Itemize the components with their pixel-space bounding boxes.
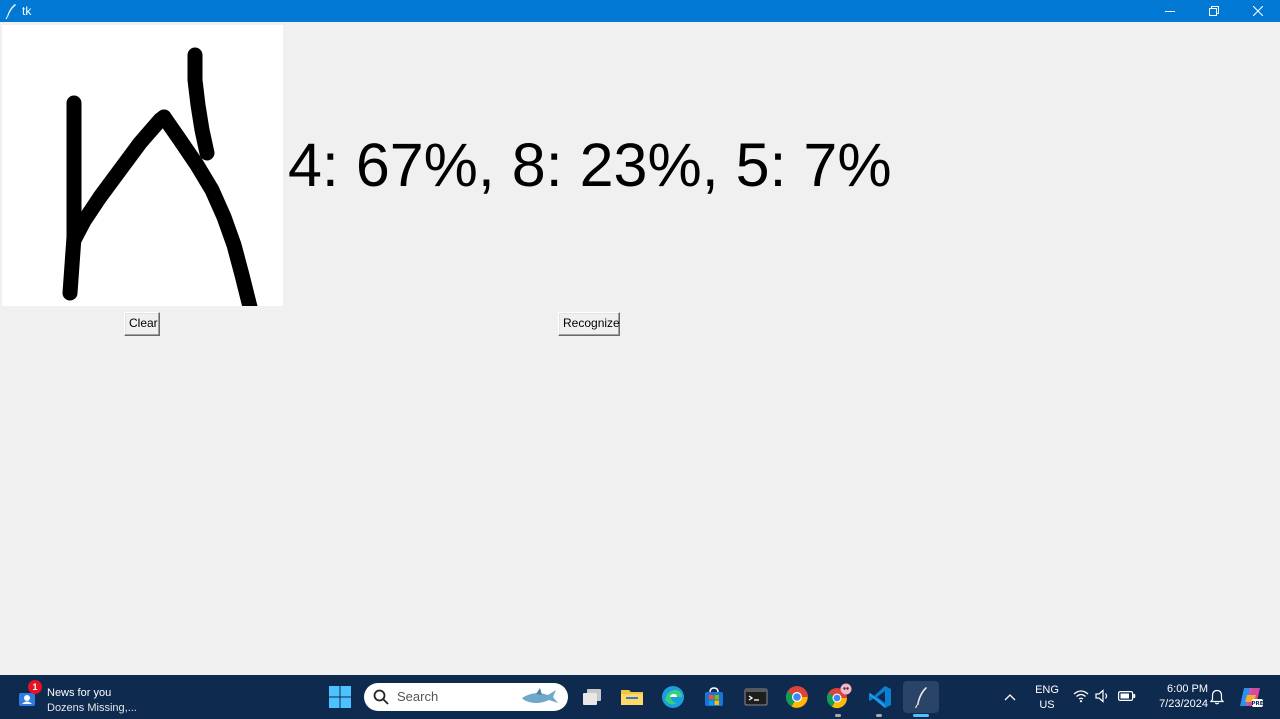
- language-code: ENG: [1035, 684, 1059, 696]
- clock-time: 6:00 PM: [1167, 683, 1208, 695]
- feather-icon: [914, 687, 927, 708]
- file-explorer-button[interactable]: [616, 681, 648, 713]
- copilot-button[interactable]: PRE: [1235, 681, 1267, 713]
- task-view-button[interactable]: [576, 681, 608, 713]
- vscode-icon: [869, 686, 891, 708]
- battery-icon: [1118, 691, 1136, 702]
- chrome-profile-button[interactable]: [822, 681, 854, 713]
- news-widget[interactable]: 1 News for you Dozens Missing,...: [18, 680, 188, 714]
- tk-app-button[interactable]: [903, 681, 939, 713]
- active-indicator: [913, 714, 929, 717]
- wifi-icon: [1073, 690, 1089, 703]
- clock[interactable]: 6:00 PM 7/23/2024: [1144, 683, 1208, 713]
- task-view-icon: [583, 689, 601, 705]
- pre-label: PRE: [1251, 701, 1263, 707]
- chrome-button[interactable]: [781, 681, 813, 713]
- restore-icon: [1209, 6, 1219, 16]
- clear-button[interactable]: Clear: [124, 312, 160, 336]
- title-bar: tk: [0, 0, 1280, 22]
- copilot-icon: PRE: [1240, 688, 1264, 707]
- quick-settings[interactable]: [1070, 685, 1138, 709]
- taskbar-search-box[interactable]: Search: [364, 683, 568, 711]
- start-button[interactable]: [324, 681, 356, 713]
- search-placeholder: Search: [397, 689, 439, 704]
- news-subtitle: Dozens Missing,...: [47, 702, 137, 714]
- store-icon: [705, 687, 723, 706]
- running-indicator: [876, 714, 882, 717]
- show-hidden-icons-button[interactable]: [996, 681, 1024, 713]
- notifications-button[interactable]: [1204, 681, 1230, 713]
- news-title: News for you: [47, 687, 112, 699]
- bell-icon: [1210, 689, 1224, 705]
- minimize-icon: [1165, 11, 1175, 12]
- terminal-button[interactable]: [740, 681, 772, 713]
- vscode-button[interactable]: [864, 681, 896, 713]
- taskbar: 1 News for you Dozens Missing,... Search: [0, 675, 1280, 719]
- app-window: 4: 67%, 8: 23%, 5: 7% Clear Recognize: [0, 22, 1280, 675]
- chrome-profile-icon: [826, 683, 852, 709]
- microsoft-store-button[interactable]: [698, 681, 730, 713]
- volume-icon: [1095, 689, 1108, 703]
- feather-icon: [4, 3, 18, 20]
- search-icon: [373, 689, 389, 705]
- minimize-button[interactable]: [1148, 0, 1192, 22]
- shark-highlight-icon: [522, 688, 558, 703]
- drawing-canvas[interactable]: [2, 25, 283, 306]
- region-code: US: [1039, 699, 1055, 711]
- clock-date: 7/23/2024: [1159, 698, 1208, 710]
- windows-logo-icon: [329, 686, 351, 708]
- chrome-icon: [786, 686, 808, 708]
- edge-button[interactable]: [657, 681, 689, 713]
- chevron-up-icon: [1004, 694, 1016, 701]
- running-indicator: [835, 714, 841, 717]
- close-icon: [1253, 6, 1263, 16]
- window-title: tk: [22, 4, 32, 18]
- notification-badge: 1: [28, 680, 42, 694]
- edge-icon: [662, 686, 684, 708]
- folder-icon: [621, 690, 643, 705]
- language-indicator[interactable]: ENG US: [1030, 683, 1064, 713]
- close-button[interactable]: [1236, 0, 1280, 22]
- terminal-icon: [744, 688, 768, 706]
- handwritten-digit-strokes: [62, 47, 258, 306]
- prediction-result: 4: 67%, 8: 23%, 5: 7%: [288, 131, 892, 199]
- recognize-button[interactable]: Recognize: [558, 312, 620, 336]
- maximize-button[interactable]: [1192, 0, 1236, 22]
